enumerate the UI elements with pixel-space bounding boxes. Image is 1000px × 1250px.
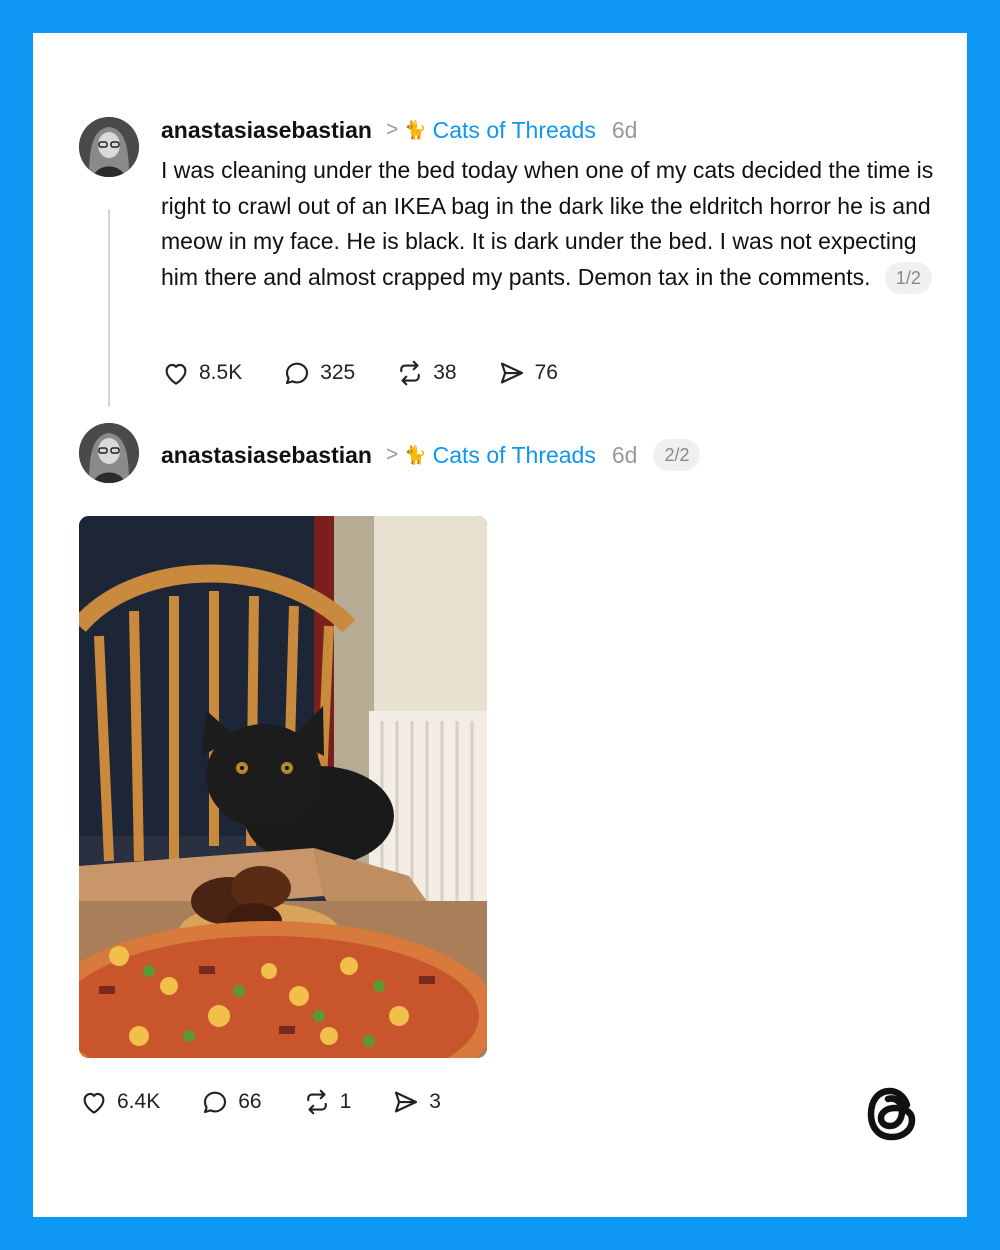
thread-page-badge: 2/2 (653, 439, 701, 471)
repost-count: 38 (433, 361, 457, 384)
heart-icon (165, 363, 187, 385)
reply-button[interactable]: 66 (200, 1087, 262, 1117)
share-button[interactable]: 76 (497, 358, 558, 388)
cat-pizza-photo (79, 516, 487, 1058)
repost-icon (306, 1089, 327, 1115)
share-count: 76 (534, 361, 558, 384)
threads-logo-icon (867, 1087, 916, 1141)
post-photo[interactable] (79, 516, 487, 1058)
post-header: anastasiasebastian > 🐈 Cats of Threads 6… (161, 114, 637, 146)
comment-icon (204, 1091, 227, 1114)
post-actions: 8.5K 325 38 76 (161, 358, 598, 388)
repost-icon (400, 360, 421, 386)
cat-icon: 🐈 (404, 119, 427, 140)
post-text: I was cleaning under the bed today when … (161, 157, 934, 290)
like-count: 8.5K (199, 361, 243, 384)
chevron-right-icon: > (385, 443, 399, 466)
thread-connector-line (108, 209, 110, 407)
post-body: I was cleaning under the bed today when … (161, 153, 941, 295)
post-time: 6d (611, 441, 638, 468)
post-time: 6d (611, 116, 638, 143)
send-icon (395, 1091, 418, 1113)
community-link[interactable]: Cats of Threads (433, 117, 596, 144)
avatar[interactable] (79, 117, 139, 177)
reply-count: 66 (238, 1090, 262, 1113)
comment-icon (286, 362, 309, 385)
community-link[interactable]: Cats of Threads (433, 442, 596, 469)
cat-icon: 🐈 (404, 444, 427, 465)
repost-count: 1 (339, 1090, 352, 1113)
thread-page-badge: 1/2 (884, 261, 932, 294)
chevron-right-icon: > (385, 118, 399, 141)
like-button[interactable]: 6.4K (79, 1087, 160, 1117)
share-count: 3 (429, 1090, 441, 1113)
heart-icon (83, 1092, 105, 1114)
reply-count: 325 (320, 361, 356, 384)
share-button[interactable]: 3 (391, 1087, 441, 1117)
like-button[interactable]: 8.5K (161, 358, 242, 388)
post-actions: 6.4K 66 1 3 (79, 1087, 481, 1117)
username[interactable]: anastasiasebastian (161, 442, 372, 469)
like-count: 6.4K (117, 1090, 161, 1113)
avatar[interactable] (79, 423, 139, 483)
threads-card: anastasiasebastian > 🐈 Cats of Threads 6… (33, 33, 967, 1217)
send-icon (500, 362, 523, 384)
repost-button[interactable]: 1 (302, 1087, 352, 1117)
username[interactable]: anastasiasebastian (161, 117, 372, 144)
post-header: anastasiasebastian > 🐈 Cats of Threads 6… (161, 439, 701, 471)
repost-button[interactable]: 38 (395, 358, 457, 388)
reply-button[interactable]: 325 (282, 358, 355, 388)
